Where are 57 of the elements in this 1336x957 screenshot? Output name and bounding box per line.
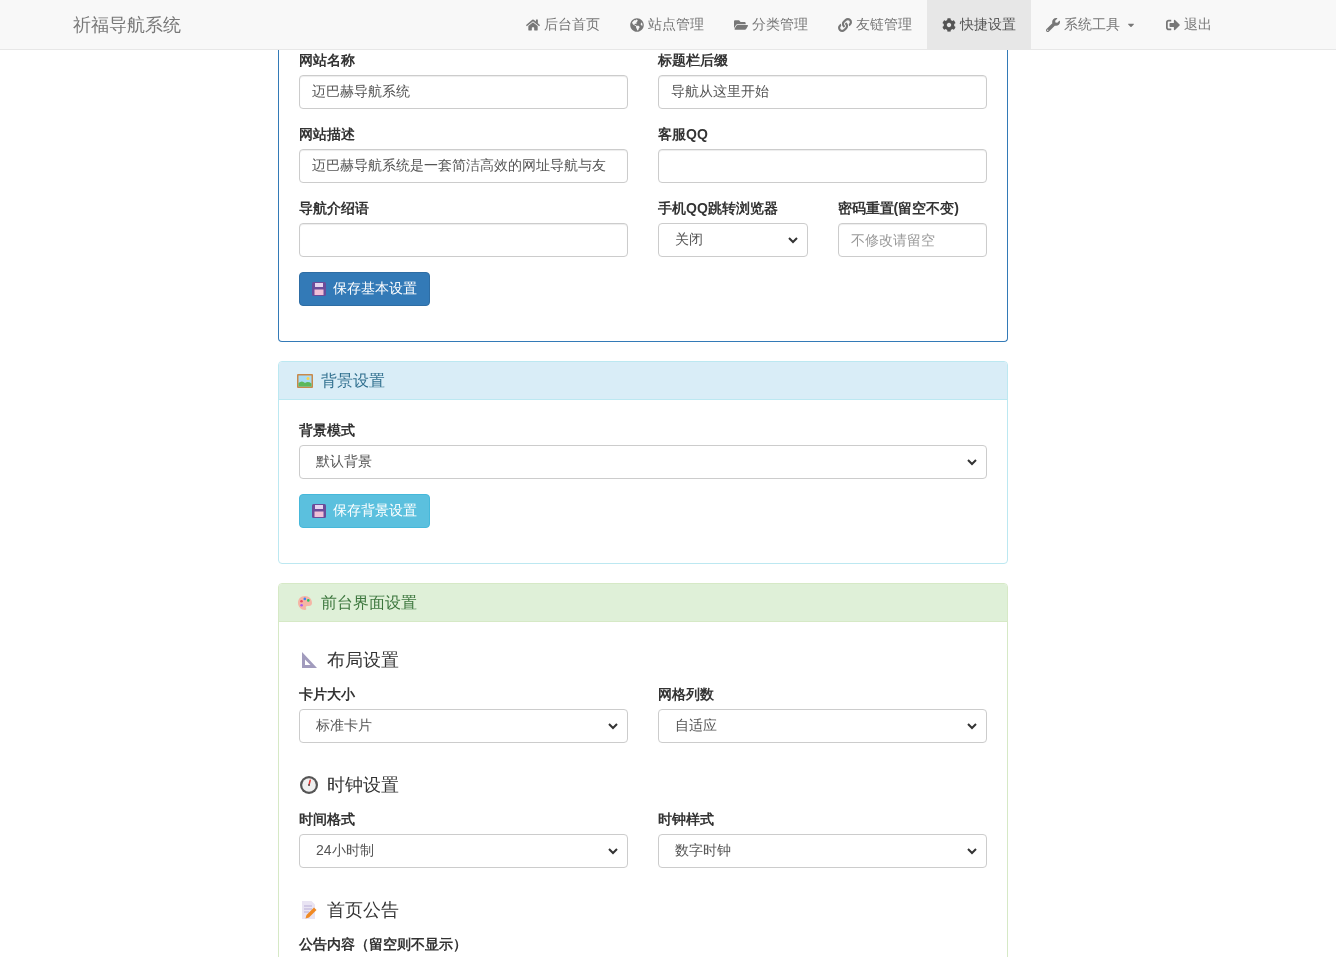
field-label: 客服QQ (658, 125, 709, 144)
section-title: 首页公告 (327, 900, 399, 920)
panel-title: 前台界面设置 (321, 592, 417, 613)
triangle-ruler-icon (300, 651, 318, 669)
field-label: 公告内容（留空则不显示） (299, 935, 468, 954)
nav-link[interactable]: 快捷设置 (927, 0, 1031, 49)
chevron-down-icon (966, 845, 978, 857)
field-label: 密码重置(留空不变) (837, 199, 960, 218)
section-title: 时钟设置 (327, 775, 399, 795)
chevron-down-icon (786, 234, 799, 246)
link-icon (838, 17, 852, 32)
field-label: 网站描述 (299, 125, 356, 144)
field-label: 卡片大小 (299, 685, 356, 704)
memo-icon (300, 901, 318, 919)
text-input[interactable]: 导航从这里开始 (658, 75, 987, 109)
select-field[interactable]: 标准卡片 (299, 709, 628, 743)
brand-link[interactable]: 祈福导航系统 (73, 13, 181, 36)
field-label: 网格列数 (658, 685, 715, 704)
text-input[interactable]: 迈巴赫导航系统是一套简洁高效的网址导航与友 (299, 149, 628, 183)
field-label: 手机QQ跳转浏览器 (658, 199, 779, 218)
nav-link[interactable]: 友链管理 (823, 0, 927, 49)
globe-icon (630, 17, 644, 32)
field-label: 时间格式 (299, 810, 356, 829)
section-title: 布局设置 (327, 650, 399, 670)
select-field[interactable]: 关闭 (658, 223, 808, 257)
text-input[interactable] (299, 223, 628, 257)
logout-icon (1166, 17, 1180, 32)
chevron-down-icon (607, 845, 619, 857)
field-label: 导航介绍语 (299, 199, 370, 218)
text-input[interactable]: 迈巴赫导航系统 (299, 75, 628, 109)
select-field[interactable]: 默认背景 (299, 445, 987, 479)
chevron-down-icon (966, 456, 978, 468)
select-field[interactable]: 24小时制 (299, 834, 628, 868)
text-input[interactable] (658, 149, 987, 183)
nav-link[interactable]: 分类管理 (719, 0, 823, 49)
save-button[interactable]: 保存基本设置 (299, 272, 430, 306)
nav-link[interactable]: 后台首页 (511, 0, 615, 49)
field-label: 背景模式 (299, 421, 356, 440)
chevron-down-icon (607, 720, 619, 732)
nav-link[interactable]: 退出 (1151, 0, 1227, 49)
palette-icon (297, 594, 313, 611)
select-field[interactable]: 数字时钟 (658, 834, 987, 868)
select-field[interactable]: 自适应 (658, 709, 987, 743)
chevron-down-icon (966, 720, 978, 732)
wrench-icon (1046, 17, 1060, 32)
home-icon (526, 17, 540, 32)
password-input[interactable]: 不修改请留空 (837, 223, 987, 257)
settings-icon (942, 17, 956, 32)
folder-icon (734, 17, 748, 32)
panel-title: 背景设置 (321, 370, 385, 391)
field-label: 网站名称 (299, 51, 356, 70)
clock-icon (300, 776, 318, 794)
picture-icon (297, 373, 313, 388)
nav-link[interactable]: 站点管理 (615, 0, 719, 49)
field-label: 标题栏后缀 (658, 51, 729, 70)
field-label: 时钟样式 (658, 810, 715, 829)
nav-link[interactable]: 系统工具 (1031, 0, 1151, 49)
